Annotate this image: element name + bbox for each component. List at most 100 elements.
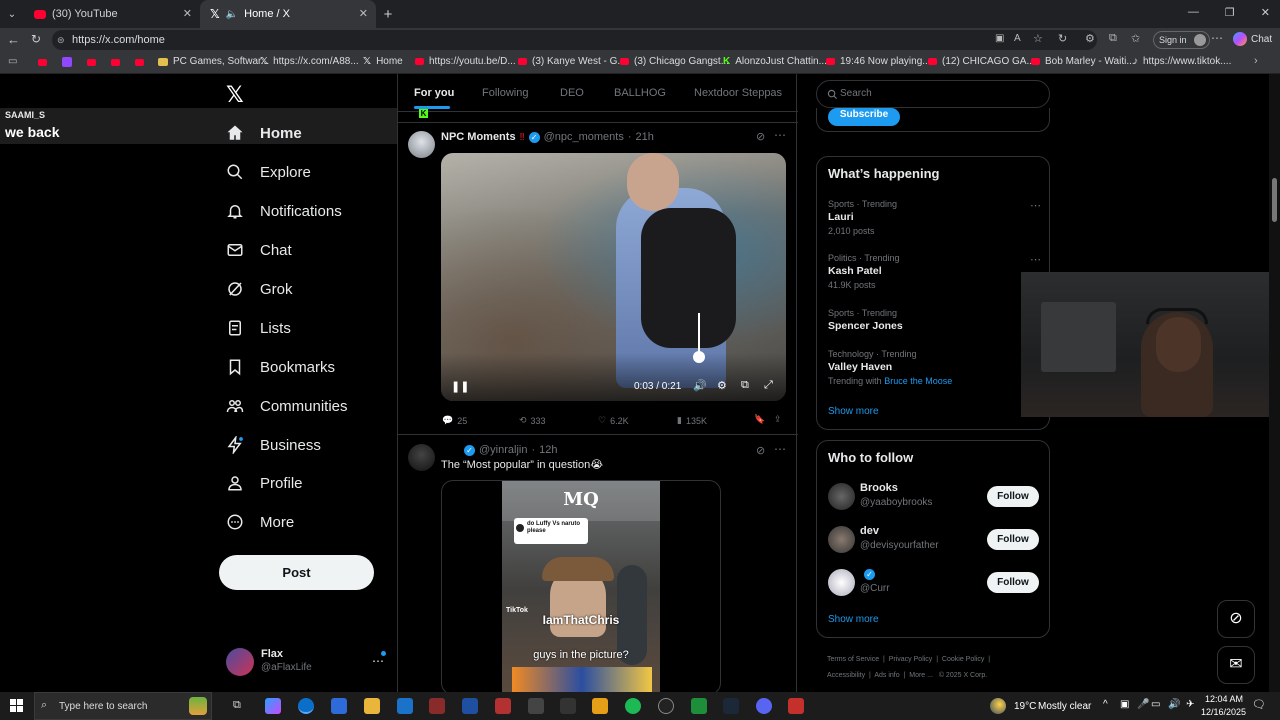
favorites-icon[interactable]: ✩: [1131, 32, 1140, 45]
trend-item[interactable]: Sports · Trending Spencer Jones: [828, 308, 1043, 332]
chevron-right-icon[interactable]: ›: [1254, 55, 1258, 67]
microphone-icon[interactable]: 🎤: [1137, 699, 1149, 710]
bookmark-item[interactable]: K AlonzoJust Chattin...: [723, 56, 827, 67]
spotify-icon[interactable]: [625, 698, 641, 714]
app-icon[interactable]: [592, 698, 608, 714]
follow-suggestion[interactable]: dev @devisyourfather Follow: [828, 524, 1050, 556]
video-player[interactable]: ❚❚ 0:03 / 0:21 🔊 ⚙ ⧉ ⤢: [441, 153, 786, 401]
post-npc-moments[interactable]: NPC Moments ‼ ✓ @npc_moments · 21h ⊘ ⋯ ❚…: [398, 122, 798, 434]
footer-link[interactable]: Cookie Policy: [942, 656, 984, 663]
x-logo-icon[interactable]: 𝕏: [226, 82, 244, 108]
favorite-star-icon[interactable]: ☆: [1033, 32, 1043, 45]
grok-icon[interactable]: ⊘: [756, 444, 765, 457]
tab-nextdoor-steppas[interactable]: Nextdoor Steppas: [694, 87, 782, 99]
bookmark-item[interactable]: ♪ https://www.tiktok....: [1133, 56, 1231, 67]
taskbar-search-input[interactable]: ⌕ Type here to search: [34, 692, 212, 720]
more-dots-icon[interactable]: ⋯: [774, 442, 786, 456]
bookmark-item[interactable]: 𝕏https://x.com/A88...: [260, 56, 359, 67]
close-window-icon[interactable]: ✕: [1261, 6, 1270, 19]
extensions-icon[interactable]: ⚙: [1085, 32, 1095, 45]
store-icon[interactable]: [331, 698, 347, 714]
clock-date[interactable]: 12/16/2025: [1201, 707, 1246, 717]
scrollbar-thumb[interactable]: [1272, 178, 1277, 222]
back-arrow-icon[interactable]: ←: [7, 32, 20, 47]
site-info-icon[interactable]: ⊜: [57, 30, 65, 50]
nav-more[interactable]: More: [226, 513, 294, 531]
footer-link[interactable]: Ads info: [874, 672, 899, 679]
footer-link[interactable]: Accessibility: [827, 672, 865, 679]
task-view-icon[interactable]: ⧉: [233, 699, 241, 712]
app-available-icon[interactable]: ▣: [995, 33, 1004, 44]
nav-communities[interactable]: Communities: [226, 397, 348, 415]
url-field[interactable]: ⊜ https://x.com/home: [52, 30, 1097, 50]
nav-lists[interactable]: Lists: [226, 319, 291, 337]
app-icon[interactable]: [495, 698, 511, 714]
nav-explore[interactable]: Explore: [226, 163, 311, 181]
show-more-link[interactable]: Show more: [828, 406, 879, 417]
post-time[interactable]: 12h: [539, 444, 557, 456]
app-icon[interactable]: [560, 698, 576, 714]
bookmark-item[interactable]: 19:46 Now playing...: [826, 56, 931, 67]
trend-item[interactable]: Technology · Trending Valley Haven Trend…: [828, 349, 1043, 386]
more-dots-icon[interactable]: ⋯: [1030, 253, 1041, 266]
app-icon[interactable]: [462, 698, 478, 714]
messages-floating-button[interactable]: ✉: [1217, 646, 1255, 684]
volume-slider-thumb[interactable]: [693, 351, 705, 363]
close-icon[interactable]: ✕: [359, 7, 368, 20]
reply-button[interactable]: 💬 25: [442, 415, 467, 426]
nav-bookmarks[interactable]: Bookmarks: [226, 358, 335, 376]
follow-button[interactable]: Follow: [987, 486, 1039, 507]
tray-icon[interactable]: ▣: [1120, 699, 1129, 710]
youtube-bookmark-icon[interactable]: [111, 59, 120, 66]
post-author[interactable]: NPC Moments: [441, 131, 516, 143]
follow-button[interactable]: Follow: [987, 572, 1039, 593]
youtube-bookmark-icon[interactable]: [87, 59, 96, 66]
bookmark-item[interactable]: PC Games, Softwar...: [158, 56, 269, 67]
weather-desc[interactable]: Mostly clear: [1038, 701, 1091, 712]
share-icon[interactable]: ⇪: [774, 414, 782, 425]
tab-deo[interactable]: DEO: [560, 87, 584, 99]
steam-icon[interactable]: [723, 698, 739, 714]
search-input[interactable]: Search: [816, 80, 1050, 108]
bookmark-item[interactable]: (3) Kanye West - G...: [518, 56, 626, 67]
app-icon[interactable]: [658, 698, 674, 714]
split-screen-icon[interactable]: ⧉: [1109, 32, 1117, 45]
follow-suggestion[interactable]: Brooks @yaaboybrooks Follow: [828, 481, 1050, 513]
grok-icon[interactable]: ⊘: [756, 130, 765, 143]
bookmark-item[interactable]: 𝕏 Home: [363, 56, 403, 67]
tab-x-home[interactable]: 𝕏 🔈 Home / X ✕: [200, 0, 376, 28]
post-handle[interactable]: @yinraljin: [479, 444, 527, 456]
edge-icon[interactable]: [298, 698, 314, 714]
copilot-chat-button[interactable]: Chat: [1233, 32, 1272, 46]
avatar[interactable]: [408, 131, 435, 158]
post-button[interactable]: Post: [219, 555, 374, 590]
minimize-icon[interactable]: —: [1188, 6, 1199, 19]
twitch-bookmark-icon[interactable]: [62, 57, 72, 67]
nav-grok[interactable]: Grok: [226, 280, 293, 298]
scrollbar[interactable]: [1269, 74, 1280, 692]
more-dots-icon[interactable]: ⋯: [774, 128, 786, 142]
bookmark-item[interactable]: (3) Chicago Gangst...: [620, 56, 729, 67]
post-time[interactable]: 21h: [636, 131, 654, 143]
nav-home[interactable]: Home: [226, 124, 302, 142]
nav-notifications[interactable]: Notifications: [226, 202, 342, 220]
nav-chat[interactable]: Chat: [226, 241, 292, 259]
app-icon[interactable]: [429, 698, 445, 714]
read-aloud-icon[interactable]: A: [1014, 33, 1021, 44]
nav-business[interactable]: Business: [226, 436, 321, 454]
new-tab-plus-icon[interactable]: +: [376, 6, 400, 23]
settings-gear-icon[interactable]: ⚙: [717, 379, 727, 392]
speaker-icon[interactable]: 🔈: [226, 9, 238, 20]
weather-temp[interactable]: 19°C: [1014, 701, 1036, 712]
close-icon[interactable]: ✕: [183, 7, 192, 20]
refresh-icon[interactable]: ↻: [31, 32, 41, 46]
tab-for-you[interactable]: For you: [414, 87, 454, 99]
account-switcher[interactable]: Flax @aFlaxLife ⋯: [226, 646, 386, 678]
sidebar-toggle-icon[interactable]: ▭: [8, 56, 17, 67]
more-dots-icon[interactable]: ⋯: [1030, 199, 1041, 212]
trend-item[interactable]: Politics · Trending Kash Patel 41.9K pos…: [828, 253, 1043, 290]
tab-youtube[interactable]: (30) YouTube ✕: [24, 0, 200, 28]
footer-link[interactable]: Privacy Policy: [889, 656, 933, 663]
volume-icon[interactable]: 🔊: [1168, 699, 1180, 710]
post-media[interactable]: MQ do Luffy Vs naruto please TikTok IamT…: [441, 480, 721, 692]
